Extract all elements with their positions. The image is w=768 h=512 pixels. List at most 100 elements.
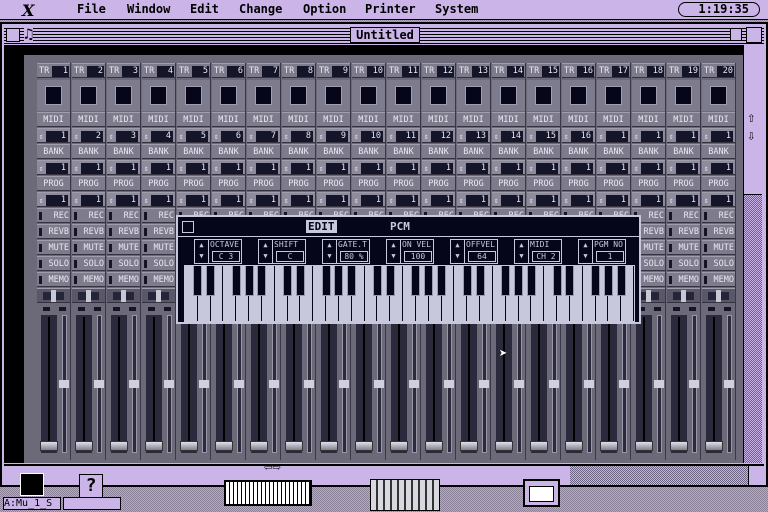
param-value[interactable]: 64 xyxy=(468,251,496,262)
param-value[interactable]: 80 % xyxy=(340,251,368,262)
close-box[interactable] xyxy=(6,28,20,42)
menu-window[interactable]: Window xyxy=(127,2,170,16)
track-prog-stepper[interactable]: ⇕ 1 xyxy=(212,192,245,207)
track-solo-button[interactable]: SOLO xyxy=(702,256,735,271)
fader-track[interactable] xyxy=(636,315,652,453)
up-down-arrows-icon[interactable]: ⇕ xyxy=(564,129,569,144)
fader-knob[interactable] xyxy=(425,441,443,451)
track-mute-button[interactable]: MUTE xyxy=(72,240,105,255)
track-midi-stepper[interactable]: ⇕ 13 xyxy=(457,128,490,143)
help-icon[interactable]: ? xyxy=(79,474,103,498)
track-midi-stepper[interactable]: ⇕ 4 xyxy=(142,128,175,143)
track-bank-stepper[interactable]: ⇕ 1 xyxy=(597,160,630,175)
up-down-arrows-icon[interactable]: ⇕ xyxy=(389,129,394,144)
black-key[interactable] xyxy=(411,266,421,296)
up-down-arrows-icon[interactable]: ⇕ xyxy=(389,193,394,208)
track-solo-button[interactable]: SOLO xyxy=(37,256,70,271)
up-down-arrows-icon[interactable]: ⇕ xyxy=(319,193,324,208)
track-pad[interactable] xyxy=(387,80,420,111)
up-down-arrows-icon[interactable]: ▲ ▼ xyxy=(259,240,273,263)
fader-knob[interactable] xyxy=(355,441,373,451)
black-key[interactable] xyxy=(552,266,562,296)
param-octave[interactable]: ▲ ▼ OCTAVE C 3 xyxy=(194,239,242,264)
track-prog-stepper[interactable]: ⇕ 1 xyxy=(107,192,140,207)
black-key[interactable] xyxy=(257,266,267,296)
up-down-arrows-icon[interactable]: ⇕ xyxy=(284,129,289,144)
track-bank-stepper[interactable]: ⇕ 1 xyxy=(667,160,700,175)
up-down-arrows-icon[interactable]: ⇕ xyxy=(179,161,184,176)
up-down-arrows-icon[interactable]: ▲ ▼ xyxy=(323,240,337,263)
black-key[interactable] xyxy=(385,266,395,296)
track-pad[interactable] xyxy=(702,80,735,111)
pan-knob[interactable] xyxy=(142,288,175,303)
track-mute-button[interactable]: MUTE xyxy=(142,240,175,255)
scroll-left-right-arrows-icon[interactable]: ⇦⇨ xyxy=(264,459,281,475)
param-value[interactable]: 100 xyxy=(404,251,432,262)
track-midi-stepper[interactable]: ⇕ 8 xyxy=(282,128,315,143)
track-prog-stepper[interactable]: ⇕ 1 xyxy=(387,192,420,207)
edit-button[interactable]: EDIT xyxy=(306,220,337,233)
track-memo-button[interactable]: MEMO xyxy=(107,272,140,287)
track-midi-stepper[interactable]: ⇕ 3 xyxy=(107,128,140,143)
fader-track[interactable] xyxy=(356,315,372,453)
pad-button[interactable] xyxy=(465,86,482,105)
track-rec-button[interactable]: REC xyxy=(107,208,140,223)
up-down-arrows-icon[interactable]: ⇕ xyxy=(214,129,219,144)
pad-button[interactable] xyxy=(185,86,202,105)
up-down-arrows-icon[interactable]: ⇕ xyxy=(529,161,534,176)
up-down-arrows-icon[interactable]: ⇕ xyxy=(389,161,394,176)
black-key[interactable] xyxy=(244,266,254,296)
fader-knob[interactable] xyxy=(180,441,198,451)
up-down-arrows-icon[interactable]: ⇕ xyxy=(74,193,79,208)
track-bank-stepper[interactable]: ⇕ 1 xyxy=(352,160,385,175)
menu-edit[interactable]: Edit xyxy=(190,2,219,16)
track-solo-button[interactable]: SOLO xyxy=(72,256,105,271)
track-bank-stepper[interactable]: ⇕ 1 xyxy=(387,160,420,175)
scroll-thumb[interactable]: ⇧ ⇩ xyxy=(744,45,762,195)
black-key[interactable] xyxy=(231,266,241,296)
up-down-arrows-icon[interactable]: ⇕ xyxy=(214,161,219,176)
up-down-arrows-icon[interactable]: ⇕ xyxy=(109,129,114,144)
up-down-arrows-icon[interactable]: ⇕ xyxy=(599,129,604,144)
track-memo-button[interactable]: MEMO xyxy=(142,272,175,287)
fader-knob[interactable] xyxy=(40,441,58,451)
track-midi-stepper[interactable]: ⇕ 1 xyxy=(632,128,665,143)
up-down-arrows-icon[interactable]: ⇕ xyxy=(109,161,114,176)
fader-track[interactable] xyxy=(251,315,267,453)
up-down-arrows-icon[interactable]: ▲ ▼ xyxy=(451,240,465,263)
volume-fader[interactable] xyxy=(177,305,210,458)
track-memo-button[interactable]: MEMO xyxy=(702,272,735,287)
up-down-arrows-icon[interactable]: ⇕ xyxy=(669,161,674,176)
black-key[interactable] xyxy=(616,266,626,296)
volume-fader[interactable] xyxy=(107,305,140,458)
up-down-arrows-icon[interactable]: ⇕ xyxy=(459,129,464,144)
track-bank-stepper[interactable]: ⇕ 1 xyxy=(282,160,315,175)
volume-fader[interactable] xyxy=(37,305,70,458)
track-midi-stepper[interactable]: ⇕ 7 xyxy=(247,128,280,143)
volume-fader[interactable] xyxy=(422,305,455,458)
volume-fader[interactable] xyxy=(282,305,315,458)
track-pad[interactable] xyxy=(247,80,280,111)
pan-handle[interactable] xyxy=(51,290,56,302)
collapse-box[interactable] xyxy=(746,27,762,43)
track-midi-stepper[interactable]: ⇕ 15 xyxy=(527,128,560,143)
up-down-arrows-icon[interactable]: ⇕ xyxy=(354,161,359,176)
track-pad[interactable] xyxy=(107,80,140,111)
fader-track[interactable] xyxy=(671,315,687,453)
up-down-arrows-icon[interactable]: ▲ ▼ xyxy=(515,240,529,263)
track-prog-stepper[interactable]: ⇕ 1 xyxy=(317,192,350,207)
track-prog-stepper[interactable]: ⇕ 1 xyxy=(352,192,385,207)
up-down-arrows-icon[interactable]: ⇕ xyxy=(564,161,569,176)
up-down-arrows-icon[interactable]: ⇕ xyxy=(179,193,184,208)
pad-button[interactable] xyxy=(115,86,132,105)
track-prog-stepper[interactable]: ⇕ 1 xyxy=(422,192,455,207)
fader-track[interactable] xyxy=(111,315,127,453)
up-down-arrows-icon[interactable]: ⇕ xyxy=(74,129,79,144)
volume-fader[interactable] xyxy=(387,305,420,458)
volume-fader[interactable] xyxy=(632,305,665,458)
fader-track[interactable] xyxy=(531,315,547,453)
fader-knob[interactable] xyxy=(320,441,338,451)
track-pad[interactable] xyxy=(422,80,455,111)
track-bank-stepper[interactable]: ⇕ 1 xyxy=(212,160,245,175)
black-key[interactable] xyxy=(424,266,434,296)
